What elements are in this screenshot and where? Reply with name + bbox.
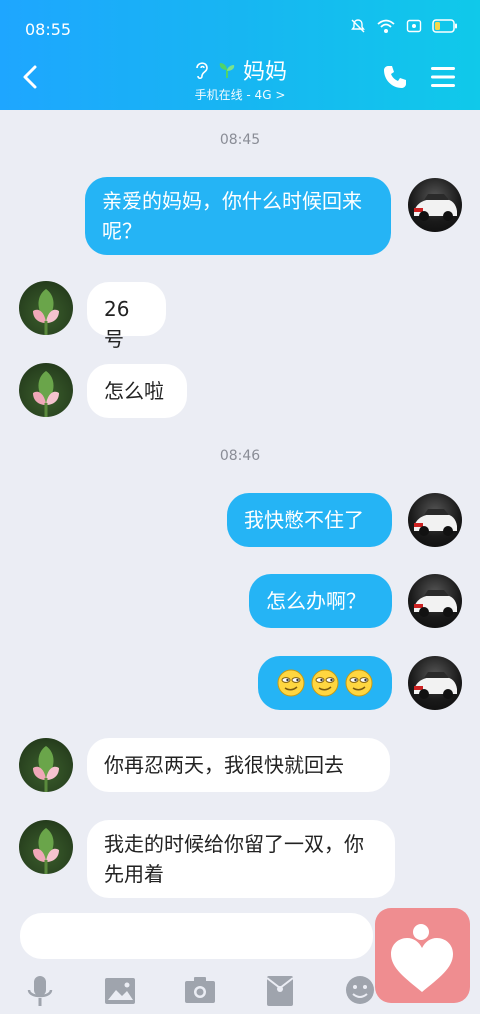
status-time: 08:55 (25, 20, 72, 39)
chevron-right-icon: > (275, 88, 286, 102)
battery-icon (432, 19, 457, 33)
message-bubble-incoming[interactable]: 你再忍两天，我很快就回去 (87, 738, 390, 792)
my-avatar[interactable] (408, 574, 462, 628)
contact-name: 妈妈 (242, 60, 287, 85)
message-timestamp: 08:46 (219, 448, 261, 464)
message-list[interactable]: 08:45 亲爱的妈妈，你什么时候回来呢？ 26号 怎么啦 08:46 我快憋不… (0, 110, 480, 910)
lotus-avatar-image (33, 828, 59, 874)
message-bubble-outgoing[interactable]: 亲爱的妈妈，你什么时候回来呢？ (85, 177, 391, 255)
sprout-icon (219, 63, 235, 78)
contact-avatar[interactable] (19, 281, 73, 335)
my-avatar[interactable] (408, 493, 462, 547)
mute-bell-icon (351, 19, 365, 33)
contact-avatar[interactable] (19, 820, 73, 874)
lotus-avatar-image (33, 289, 59, 335)
smirk-emoji-icon (311, 669, 339, 697)
ear-icon (196, 62, 208, 80)
smirk-emoji-icon (277, 669, 305, 697)
car-avatar-image (414, 590, 457, 617)
status-icons (350, 18, 458, 34)
smirk-emoji-icon (345, 669, 373, 697)
my-avatar[interactable] (408, 178, 462, 232)
online-status-text: 手机在线 - 4G (194, 88, 272, 102)
lotus-avatar-image (33, 371, 59, 417)
my-avatar[interactable] (408, 656, 462, 710)
lotus-avatar-image (33, 746, 59, 792)
car-avatar-image (414, 194, 457, 221)
contact-avatar[interactable] (19, 363, 73, 417)
message-bubble-outgoing[interactable]: 怎么办啊？ (249, 574, 392, 628)
message-bubble-incoming[interactable]: 我走的时候给你留了一双，你先用着 (87, 820, 395, 898)
message-bubble-outgoing[interactable]: 我快憋不住了 (227, 493, 392, 547)
message-bubble-incoming[interactable]: 怎么啦 (87, 364, 187, 418)
car-avatar-image (414, 509, 457, 536)
online-status: 手机在线 - 4G > (0, 86, 480, 103)
phone-icon[interactable] (382, 64, 408, 90)
menu-icon[interactable] (429, 64, 457, 90)
message-input[interactable] (20, 913, 373, 959)
wifi-icon (377, 19, 395, 33)
emoji-icon[interactable] (340, 970, 380, 1010)
status-bar: 08:55 (0, 0, 480, 58)
nfc-icon (406, 19, 422, 33)
contact-avatar[interactable] (19, 738, 73, 792)
message-bubble-outgoing-emoji[interactable] (258, 656, 392, 710)
input-toolbar (0, 966, 480, 1014)
chat-title[interactable]: 妈妈 手机在线 - 4G > (0, 56, 480, 103)
image-icon[interactable] (100, 970, 140, 1010)
microphone-icon[interactable] (20, 970, 60, 1010)
car-avatar-image (414, 672, 457, 699)
camera-icon[interactable] (180, 970, 220, 1010)
chat-header: 08:55 妈妈 手机在线 - 4G > (0, 0, 480, 110)
message-timestamp: 08:45 (219, 132, 261, 148)
red-packet-icon[interactable] (260, 970, 300, 1010)
message-bubble-incoming[interactable]: 26号 (87, 282, 166, 351)
